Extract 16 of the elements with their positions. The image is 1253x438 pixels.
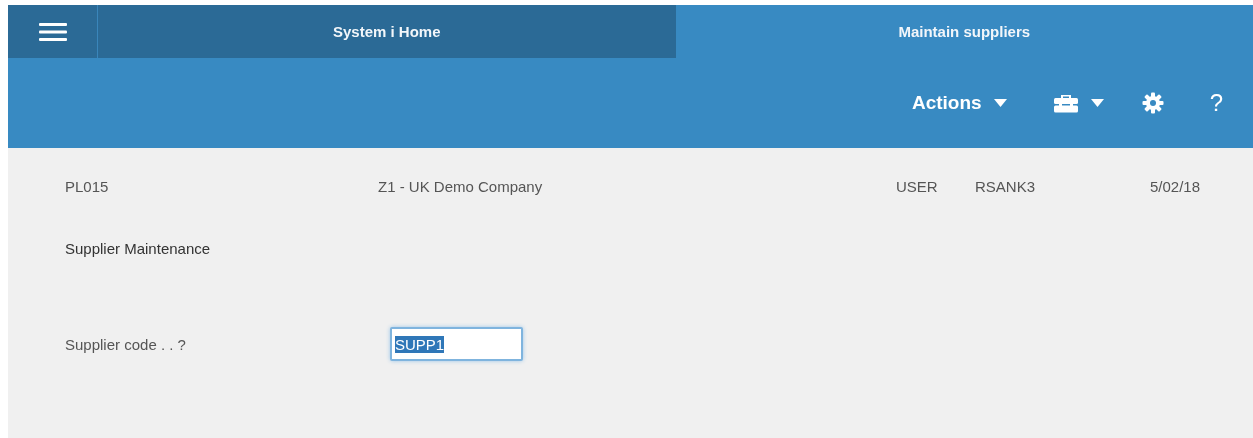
supplier-code-field[interactable]: SUPP1 — [390, 327, 523, 361]
user-name: RSANK3 — [975, 177, 1037, 195]
tab[interactable]: Maintain suppliers — [675, 5, 1253, 58]
toolbox-icon — [1052, 93, 1079, 113]
field-label: Supplier code . . ? — [65, 335, 187, 353]
help-button[interactable]: ? — [1205, 85, 1227, 121]
caret-icon — [993, 99, 1007, 107]
program-code: PL015 — [65, 177, 110, 195]
menu-icon — [38, 21, 67, 42]
date-text: 5/02/18 — [1150, 177, 1201, 195]
actions-menu-button[interactable]: Actions — [907, 88, 1011, 118]
user-label: USER — [896, 177, 939, 195]
company-name: Z1 - UK Demo Company — [378, 177, 544, 195]
settings-icon — [1141, 92, 1164, 114]
screen-title: Supplier Maintenance — [65, 240, 212, 257]
caret-icon — [1090, 99, 1104, 107]
